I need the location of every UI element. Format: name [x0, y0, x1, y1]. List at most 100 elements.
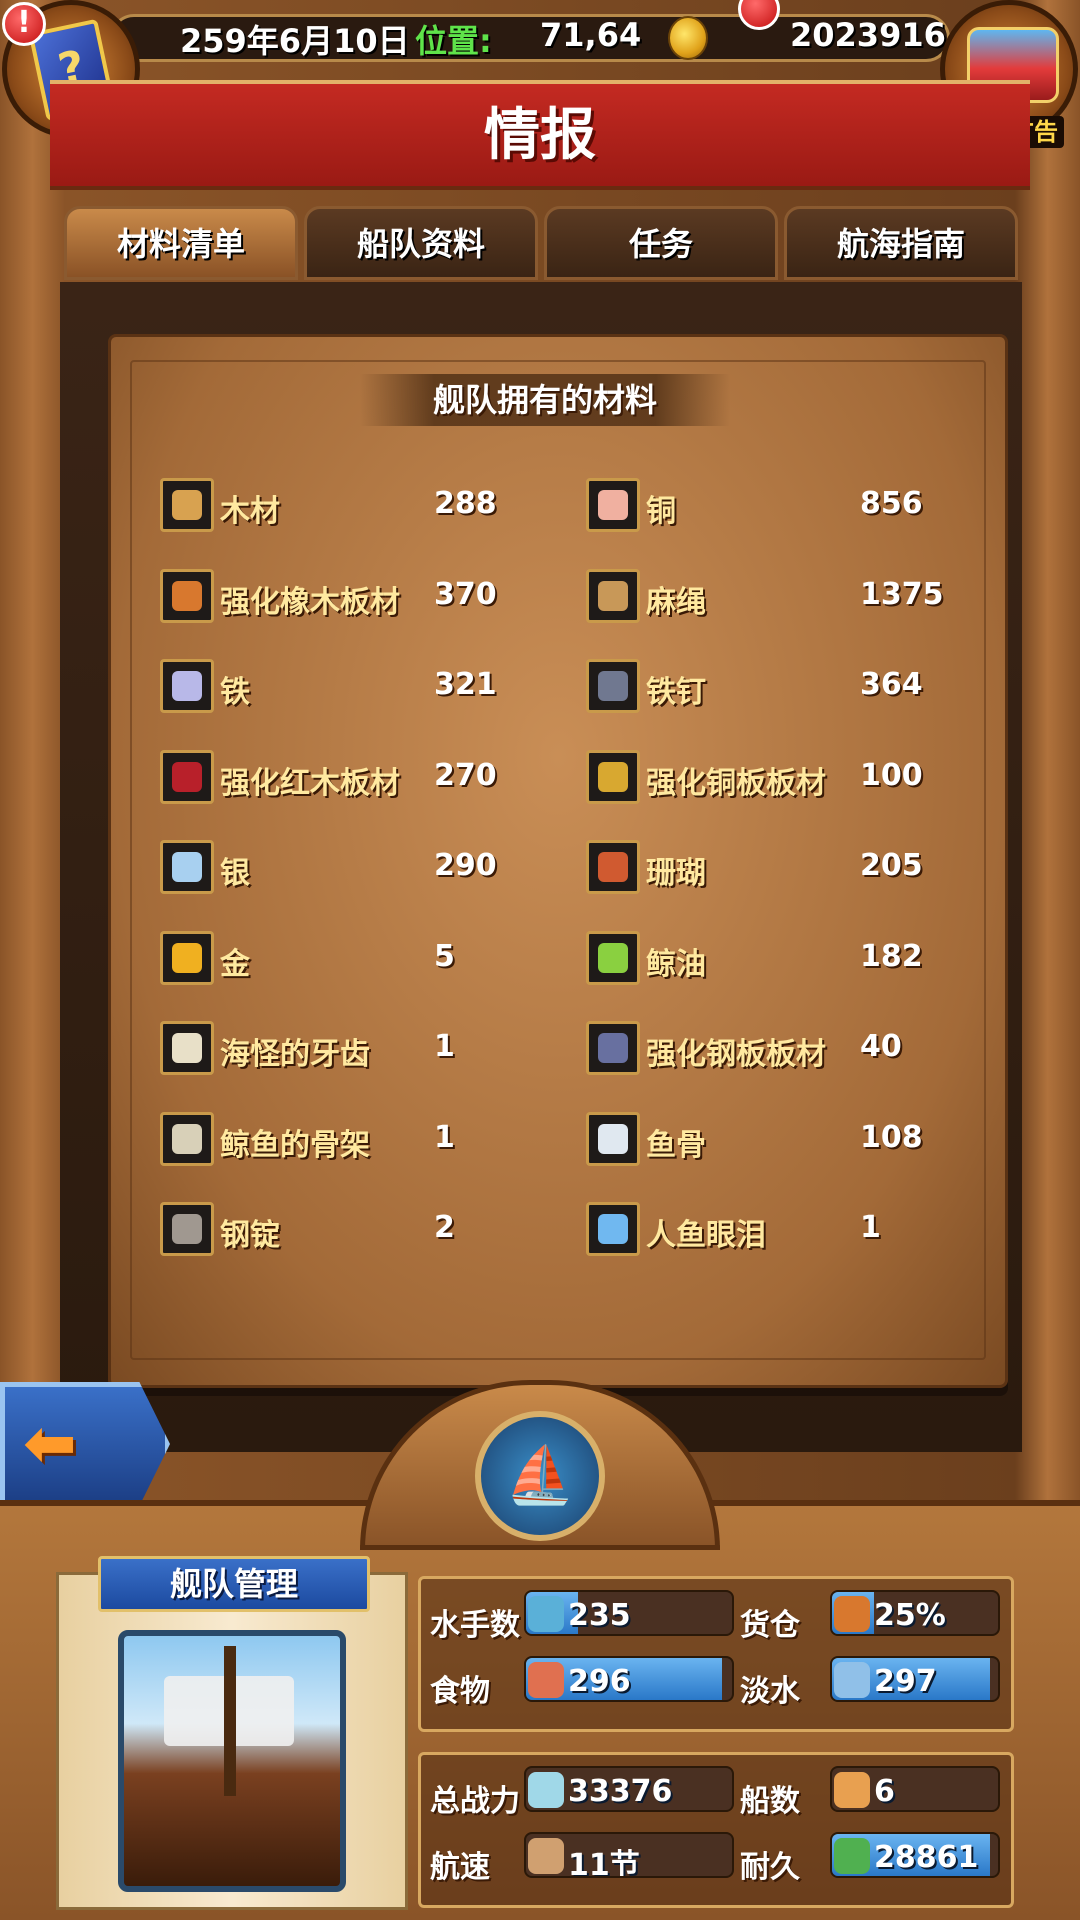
stat-value: 25% — [874, 1598, 946, 1633]
arrow-left-icon: ⬅ — [23, 1407, 77, 1481]
material-item[interactable]: 强化钢板板材 40 — [586, 1021, 1046, 1077]
material-quantity: 5 — [434, 938, 455, 974]
material-name: 鲸油 — [646, 946, 706, 982]
material-name: 麻绳 — [646, 584, 706, 620]
copper-icon — [586, 478, 640, 532]
stat-bar: 11节 — [524, 1832, 734, 1878]
material-quantity: 40 — [860, 1029, 902, 1064]
gold-icon — [160, 930, 214, 985]
material-name: 铜 — [646, 494, 676, 529]
tab-quests[interactable]: 任务 — [544, 206, 778, 280]
wood-icon — [160, 478, 214, 532]
material-quantity: 856 — [860, 486, 923, 521]
stat-value: 235 — [568, 1598, 631, 1633]
material-name: 木材 — [220, 494, 280, 529]
material-item[interactable]: 银 290 — [160, 840, 620, 896]
material-name: 强化钢板板材 — [646, 1037, 826, 1072]
tab-materials[interactable]: 材料清单 — [64, 206, 298, 280]
stat-bar: 25% — [830, 1590, 1000, 1636]
material-item[interactable]: 鲸油 182 — [586, 930, 1046, 987]
cargo-icon — [834, 1596, 870, 1632]
material-name: 人鱼眼泪 — [646, 1218, 766, 1253]
stat-bar: 28861 — [830, 1832, 1000, 1878]
rope-icon — [586, 568, 640, 623]
stat-label: 耐久 — [740, 1850, 800, 1885]
material-quantity: 1 — [434, 1119, 455, 1155]
stat-label: 总战力 — [430, 1784, 520, 1819]
material-quantity: 288 — [434, 486, 497, 521]
material-item[interactable]: 钢锭 2 — [160, 1202, 620, 1258]
material-item[interactable]: 铁 321 — [160, 659, 620, 715]
stat-bar: 235 — [524, 1590, 734, 1636]
stat-label: 淡水 — [740, 1674, 800, 1709]
material-quantity: 1 — [860, 1210, 881, 1245]
material-item[interactable]: 鱼骨 108 — [586, 1111, 1046, 1168]
stat-label: 水手数 — [430, 1608, 520, 1643]
stat-label: 航速 — [430, 1850, 490, 1885]
material-quantity: 270 — [434, 757, 497, 793]
stat-value: 33376 — [568, 1774, 673, 1809]
title-banner: 情报 — [50, 80, 1030, 190]
whale-skeleton-icon — [160, 1111, 214, 1166]
ship-icon — [834, 1772, 870, 1808]
stat-value: 11节 — [568, 1848, 640, 1878]
page-title: 情报 — [484, 103, 596, 168]
material-item[interactable]: 人鱼眼泪 1 — [586, 1202, 1046, 1258]
tab-fleet-info[interactable]: 船队资料 — [304, 206, 538, 280]
stat-label: 船数 — [740, 1784, 800, 1819]
material-quantity: 108 — [860, 1119, 923, 1155]
gold-value: 2023916 — [790, 16, 946, 54]
stat-value: 6 — [874, 1774, 895, 1809]
material-name: 鲸鱼的骨架 — [220, 1127, 370, 1163]
water-jug-icon — [834, 1662, 870, 1698]
material-item[interactable]: 铁钉 364 — [586, 659, 1046, 715]
back-button[interactable]: ⬅ — [0, 1382, 170, 1506]
material-item[interactable]: 珊瑚 205 — [586, 840, 1046, 896]
tab-bar: 材料清单 船队资料 任务 航海指南 — [64, 206, 1018, 280]
material-quantity: 205 — [860, 848, 923, 883]
material-item[interactable]: 海怪的牙齿 1 — [160, 1021, 620, 1077]
stat-bar: 297 — [830, 1656, 1000, 1702]
sailor-icon — [528, 1596, 564, 1632]
game-date: 259年6月10日 — [180, 22, 410, 60]
mermaid-tear-icon — [586, 1202, 640, 1256]
material-quantity: 321 — [434, 667, 497, 702]
meat-icon — [528, 1662, 564, 1698]
gold-coin-icon — [668, 16, 708, 60]
material-name: 强化铜板板材 — [646, 765, 826, 801]
material-name: 强化橡木板材 — [220, 584, 400, 620]
material-item[interactable]: 木材 288 — [160, 478, 620, 534]
material-quantity: 1375 — [860, 576, 944, 612]
material-name: 海怪的牙齿 — [220, 1037, 370, 1072]
iron-icon — [160, 659, 214, 713]
position-label: 位置: — [415, 22, 492, 60]
stat-bar: 33376 — [524, 1766, 734, 1812]
boat-icon[interactable]: ⛵ — [475, 1411, 605, 1541]
silver-icon — [160, 840, 214, 894]
steel-ingot-icon — [160, 1202, 214, 1256]
material-item[interactable]: 强化铜板板材 100 — [586, 749, 1046, 806]
repair-icon — [834, 1838, 870, 1874]
material-quantity: 1 — [434, 1029, 455, 1064]
material-quantity: 2 — [434, 1210, 455, 1245]
sail-ship-icon — [528, 1838, 564, 1874]
material-item[interactable]: 铜 856 — [586, 478, 1046, 534]
tab-sailing-guide[interactable]: 航海指南 — [784, 206, 1018, 280]
material-item[interactable]: 麻绳 1375 — [586, 568, 1046, 625]
material-item[interactable]: 鲸鱼的骨架 1 — [160, 1111, 620, 1168]
mahogany-plank-icon — [160, 749, 214, 804]
material-name: 鱼骨 — [646, 1127, 706, 1163]
material-name: 铁 — [220, 675, 250, 710]
position-value: 71,64 — [540, 16, 642, 54]
fleet-management-button[interactable]: 舰队管理 — [98, 1556, 370, 1612]
material-item[interactable]: 强化橡木板材 370 — [160, 568, 620, 625]
ship-illustration[interactable] — [118, 1630, 346, 1892]
stat-value: 296 — [568, 1664, 631, 1699]
copper-plate-icon — [586, 749, 640, 804]
stat-label: 货仓 — [740, 1608, 800, 1643]
material-name: 强化红木板材 — [220, 765, 400, 801]
material-item[interactable]: 金5 — [160, 930, 620, 987]
material-name: 珊瑚 — [646, 856, 706, 891]
material-item[interactable]: 强化红木板材 270 — [160, 749, 620, 806]
coral-icon — [586, 840, 640, 894]
